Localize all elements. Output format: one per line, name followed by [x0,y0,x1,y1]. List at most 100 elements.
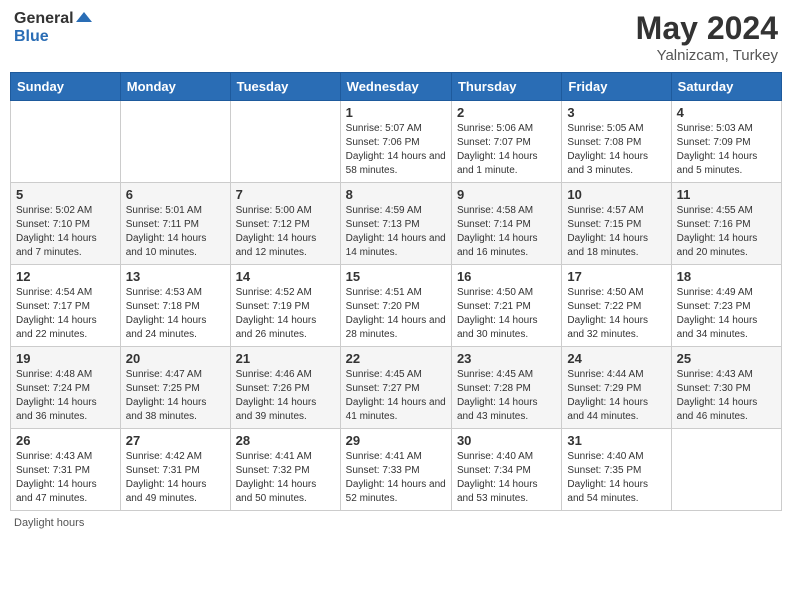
day-number: 7 [236,187,335,202]
day-number: 28 [236,433,335,448]
day-number: 3 [567,105,665,120]
day-info: Sunrise: 5:07 AMSunset: 7:06 PMDaylight:… [346,122,446,178]
day-number: 17 [567,269,665,284]
day-info: Sunrise: 5:05 AMSunset: 7:08 PMDaylight:… [567,122,665,178]
calendar-cell: 5 Sunrise: 5:02 AMSunset: 7:10 PMDaylight… [11,183,121,265]
calendar-cell [11,101,121,183]
calendar-cell: 7 Sunrise: 5:00 AMSunset: 7:12 PMDaylight… [230,183,340,265]
col-header-thursday: Thursday [451,73,561,101]
day-info: Sunrise: 4:45 AMSunset: 7:28 PMDaylight:… [457,368,556,424]
day-number: 14 [236,269,335,284]
day-number: 26 [16,433,115,448]
calendar-cell: 10 Sunrise: 4:57 AMSunset: 7:15 PMDayligh… [562,183,671,265]
day-number: 27 [126,433,225,448]
col-header-saturday: Saturday [671,73,781,101]
day-info: Sunrise: 5:03 AMSunset: 7:09 PMDaylight:… [677,122,776,178]
calendar-cell: 21Sunrise: 4:46 AMSunset: 7:26 PMDayligh… [230,347,340,429]
day-number: 12 [16,269,115,284]
day-number: 1 [346,105,446,120]
day-number: 31 [567,433,665,448]
calendar-cell [230,101,340,183]
day-info: Sunrise: 4:47 AMSunset: 7:25 PMDaylight:… [126,368,225,424]
calendar-cell: 31 Sunrise: 4:40 AMSunset: 7:35 PMDayligh… [562,429,671,511]
day-number: 6 [126,187,225,202]
calendar-cell: 12 Sunrise: 4:54 AMSunset: 7:17 PMDayligh… [11,265,121,347]
calendar-header-row: SundayMondayTuesdayWednesdayThursdayFrid… [11,73,782,101]
logo: General Blue [14,10,92,47]
day-info: Sunrise: 4:53 AMSunset: 7:18 PMDaylight:… [126,286,225,342]
day-info: Sunrise: 4:52 AMSunset: 7:19 PMDaylight:… [236,286,335,342]
day-number: 29 [346,433,446,448]
day-info: Sunrise: 4:50 AMSunset: 7:22 PMDaylight:… [567,286,665,342]
day-info: Sunrise: 5:06 AMSunset: 7:07 PMDaylight:… [457,122,556,178]
calendar-cell: 14 Sunrise: 4:52 AMSunset: 7:19 PMDayligh… [230,265,340,347]
day-number: 30 [457,433,556,448]
day-number: 25 [677,351,776,366]
calendar-cell: 17 Sunrise: 4:50 AMSunset: 7:22 PMDayligh… [562,265,671,347]
calendar-cell [120,101,230,183]
calendar-week-2: 12 Sunrise: 4:54 AMSunset: 7:17 PMDayligh… [11,265,782,347]
col-header-wednesday: Wednesday [340,73,451,101]
day-info: Sunrise: 4:40 AMSunset: 7:34 PMDaylight:… [457,450,556,506]
calendar-cell: 18 Sunrise: 4:49 AMSunset: 7:23 PMDayligh… [671,265,781,347]
calendar-table: SundayMondayTuesdayWednesdayThursdayFrid… [10,72,782,511]
day-info: Sunrise: 4:54 AMSunset: 7:17 PMDaylight:… [16,286,115,342]
day-info: Sunrise: 5:00 AMSunset: 7:12 PMDaylight:… [236,204,335,260]
calendar-cell: 27 Sunrise: 4:42 AMSunset: 7:31 PMDayligh… [120,429,230,511]
day-number: 24 [567,351,665,366]
calendar-cell: 29 Sunrise: 4:41 AMSunset: 7:33 PMDayligh… [340,429,451,511]
calendar-cell: 8 Sunrise: 4:59 AMSunset: 7:13 PMDaylight… [340,183,451,265]
logo-text: General Blue [14,10,92,47]
col-header-monday: Monday [120,73,230,101]
main-title: May 2024 [636,10,778,47]
day-info: Sunrise: 4:48 AMSunset: 7:24 PMDaylight:… [16,368,115,424]
calendar-cell: 25 Sunrise: 4:43 AMSunset: 7:30 PMDayligh… [671,347,781,429]
day-number: 22 [346,351,446,366]
day-info: Sunrise: 5:01 AMSunset: 7:11 PMDaylight:… [126,204,225,260]
day-number: 8 [346,187,446,202]
col-header-tuesday: Tuesday [230,73,340,101]
calendar-week-1: 5 Sunrise: 5:02 AMSunset: 7:10 PMDaylight… [11,183,782,265]
day-info: Sunrise: 4:49 AMSunset: 7:23 PMDaylight:… [677,286,776,342]
day-info: Sunrise: 4:46 AMSunset: 7:26 PMDaylight:… [236,368,335,424]
day-info: Sunrise: 4:55 AMSunset: 7:16 PMDaylight:… [677,204,776,260]
page-header: General Blue May 2024 Yalnizcam, Turkey [10,10,782,64]
day-info: Sunrise: 4:43 AMSunset: 7:31 PMDaylight:… [16,450,115,506]
calendar-cell: 16Sunrise: 4:50 AMSunset: 7:21 PMDayligh… [451,265,561,347]
day-info: Sunrise: 4:43 AMSunset: 7:30 PMDaylight:… [677,368,776,424]
calendar-cell: 11Sunrise: 4:55 AMSunset: 7:16 PMDayligh… [671,183,781,265]
day-info: Sunrise: 4:59 AMSunset: 7:13 PMDaylight:… [346,204,446,260]
calendar-cell: 28Sunrise: 4:41 AMSunset: 7:32 PMDayligh… [230,429,340,511]
day-number: 5 [16,187,115,202]
day-number: 15 [346,269,446,284]
calendar-week-0: 1 Sunrise: 5:07 AMSunset: 7:06 PMDaylight… [11,101,782,183]
calendar-cell: 26 Sunrise: 4:43 AMSunset: 7:31 PMDayligh… [11,429,121,511]
calendar-cell: 3 Sunrise: 5:05 AMSunset: 7:08 PMDaylight… [562,101,671,183]
day-info: Sunrise: 4:57 AMSunset: 7:15 PMDaylight:… [567,204,665,260]
footer-note: Daylight hours [10,517,782,529]
day-info: Sunrise: 4:45 AMSunset: 7:27 PMDaylight:… [346,368,446,424]
calendar-cell: 20 Sunrise: 4:47 AMSunset: 7:25 PMDayligh… [120,347,230,429]
day-number: 18 [677,269,776,284]
day-number: 16 [457,269,556,284]
col-header-sunday: Sunday [11,73,121,101]
col-header-friday: Friday [562,73,671,101]
calendar-cell: 1 Sunrise: 5:07 AMSunset: 7:06 PMDaylight… [340,101,451,183]
day-number: 2 [457,105,556,120]
day-number: 13 [126,269,225,284]
calendar-cell: 19 Sunrise: 4:48 AMSunset: 7:24 PMDayligh… [11,347,121,429]
calendar-cell: 6 Sunrise: 5:01 AMSunset: 7:11 PMDaylight… [120,183,230,265]
day-number: 23 [457,351,556,366]
day-info: Sunrise: 4:40 AMSunset: 7:35 PMDaylight:… [567,450,665,506]
calendar-week-3: 19 Sunrise: 4:48 AMSunset: 7:24 PMDayligh… [11,347,782,429]
day-info: Sunrise: 4:42 AMSunset: 7:31 PMDaylight:… [126,450,225,506]
calendar-cell: 2 Sunrise: 5:06 AMSunset: 7:07 PMDaylight… [451,101,561,183]
day-number: 20 [126,351,225,366]
day-info: Sunrise: 4:44 AMSunset: 7:29 PMDaylight:… [567,368,665,424]
day-number: 19 [16,351,115,366]
day-number: 10 [567,187,665,202]
day-number: 9 [457,187,556,202]
day-info: Sunrise: 5:02 AMSunset: 7:10 PMDaylight:… [16,204,115,260]
calendar-cell: 23 Sunrise: 4:45 AMSunset: 7:28 PMDayligh… [451,347,561,429]
day-info: Sunrise: 4:41 AMSunset: 7:33 PMDaylight:… [346,450,446,506]
